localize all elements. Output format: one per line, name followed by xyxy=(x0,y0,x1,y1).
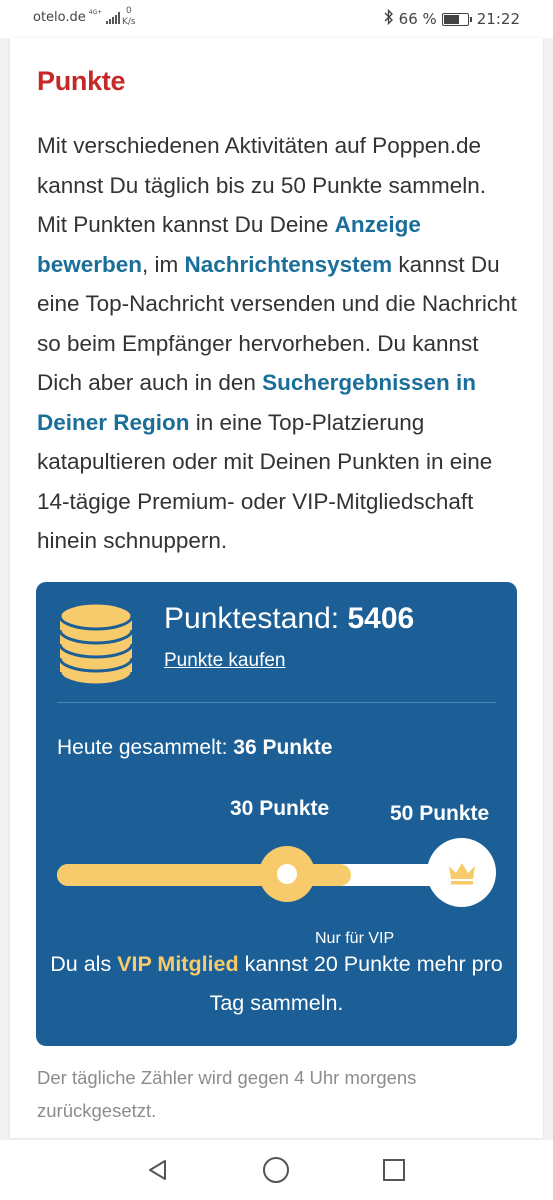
collected-today-value: 36 Punkte xyxy=(233,736,333,759)
battery-icon xyxy=(441,12,472,26)
points-box: Punktestand: 5406 Punkte kaufen Heute ge… xyxy=(36,582,517,1046)
regular-limit-marker xyxy=(259,846,315,902)
divider xyxy=(57,702,496,703)
content-card: Punkte Mit verschiedenen Aktivitäten auf… xyxy=(10,38,543,1138)
coin-stack-icon xyxy=(58,602,134,688)
regular-limit-label: 30 Punkte xyxy=(230,797,330,820)
signal-icon xyxy=(106,11,121,24)
crown-icon xyxy=(427,838,496,907)
carrier-info: otelo.de 4G+ xyxy=(33,8,121,25)
carrier-name: otelo.de xyxy=(33,10,86,25)
points-balance-value: 5406 xyxy=(347,602,415,635)
reset-footnote: Der tägliche Zähler wird gegen 4 Uhr mor… xyxy=(37,1067,417,1121)
network-type: 4G+ xyxy=(88,8,103,16)
vip-limit-label: 50 Punkte xyxy=(390,802,490,825)
buy-points-link[interactable]: Punkte kaufen xyxy=(164,650,285,672)
vip-message: Du als VIP Mitglied kannst 20 Punkte meh… xyxy=(50,952,503,1015)
vip-member-highlight: VIP Mitglied xyxy=(117,952,239,976)
clock: 21:22 xyxy=(476,10,520,28)
points-description: Mit verschiedenen Aktivitäten auf Poppen… xyxy=(37,133,517,553)
section-title: Punkte xyxy=(37,66,126,96)
navigation-bar xyxy=(0,1140,553,1200)
collected-today: Heute gesammelt: 36 Punkte xyxy=(57,736,333,759)
back-triangle-icon[interactable] xyxy=(144,1156,172,1184)
battery-percent: 66 % xyxy=(398,10,437,28)
recents-square-icon[interactable] xyxy=(380,1156,408,1184)
link-nachrichtensystem[interactable]: Nachrichtensystem xyxy=(185,252,393,277)
points-balance: Punktestand: 5406 xyxy=(164,602,415,635)
status-bar: otelo.de 4G+ 0 K/s 66 % 21:22 xyxy=(0,0,553,38)
status-right: 66 % 21:22 xyxy=(384,8,520,29)
bluetooth-icon xyxy=(384,8,394,29)
home-circle-icon[interactable] xyxy=(262,1156,290,1184)
network-speed: 0 K/s xyxy=(122,6,136,27)
